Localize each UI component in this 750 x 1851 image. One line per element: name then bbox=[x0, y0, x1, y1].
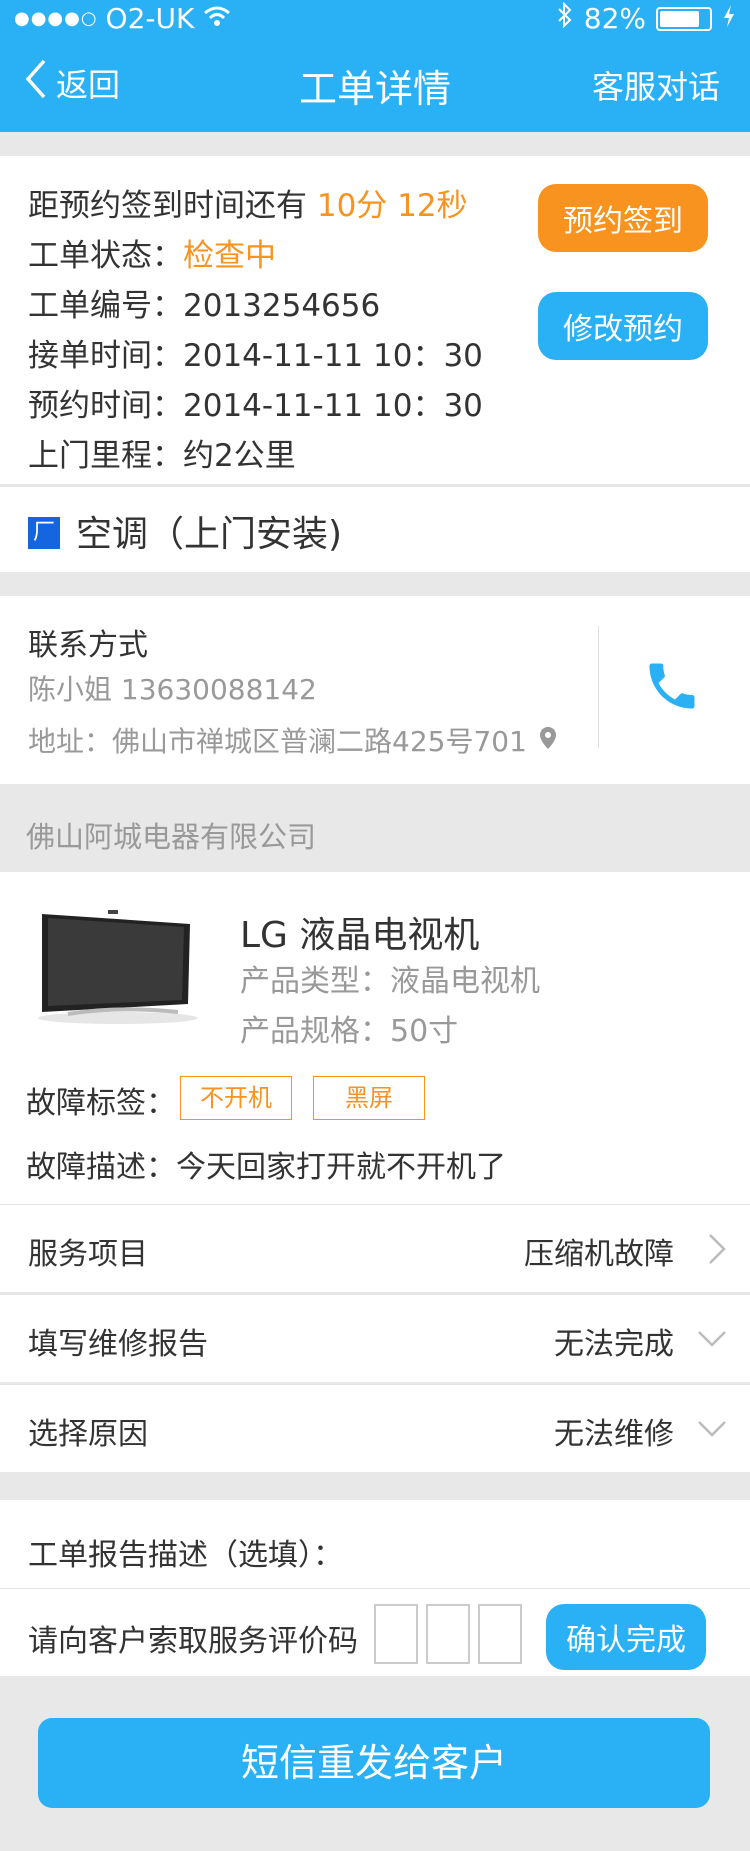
product-card: LG 液晶电视机 产品类型：液晶电视机 产品规格：50寸 故障标签： 不开机 黑… bbox=[0, 872, 750, 1204]
product-name: LG 液晶电视机 bbox=[240, 915, 480, 956]
fault-description: 故障描述：今天回家打开就不开机了 bbox=[26, 1150, 506, 1185]
accept-time: 接单时间：2014-11-11 10：30 bbox=[28, 338, 483, 374]
carrier-name: O2-UK bbox=[105, 2, 195, 35]
order-info-card: 距预约签到时间还有 10分 12秒 工单状态：检查中 工单编号：20132546… bbox=[0, 156, 750, 484]
divider bbox=[598, 626, 599, 748]
row-label: 服务项目 bbox=[28, 1237, 148, 1272]
phone-call-button[interactable] bbox=[642, 656, 702, 720]
product-image bbox=[28, 902, 204, 1026]
chevron-right-icon bbox=[706, 1231, 728, 1271]
address-text: 地址：佛山市禅城区普澜二路425号701 bbox=[28, 725, 527, 758]
charging-icon bbox=[722, 2, 736, 35]
status-bar: ●●●●○ O2-UK 82% bbox=[0, 0, 750, 40]
resend-sms-button[interactable]: 短信重发给客户 bbox=[38, 1718, 710, 1808]
row-value: 压缩机故障 bbox=[524, 1237, 674, 1272]
chevron-down-icon bbox=[696, 1329, 728, 1353]
visit-distance: 上门里程：约2公里 bbox=[28, 438, 296, 474]
wifi-icon bbox=[202, 2, 232, 35]
factory-icon: 厂 bbox=[28, 517, 60, 549]
category-text: 空调（上门安装) bbox=[76, 514, 343, 555]
nav-bar: 返回 工单详情 客服对话 bbox=[0, 52, 750, 122]
divider bbox=[0, 1588, 750, 1589]
repair-report-row[interactable]: 填写维修报告 无法完成 bbox=[0, 1294, 750, 1382]
battery-percent: 82% bbox=[583, 2, 646, 35]
fault-tag[interactable]: 不开机 bbox=[180, 1076, 292, 1120]
select-reason-row[interactable]: 选择原因 无法维修 bbox=[0, 1384, 750, 1472]
customer-service-chat-button[interactable]: 客服对话 bbox=[592, 62, 720, 108]
modify-appointment-button[interactable]: 修改预约 bbox=[538, 292, 708, 360]
product-spec: 产品规格：50寸 bbox=[240, 1014, 459, 1049]
product-type: 产品类型：液晶电视机 bbox=[240, 964, 540, 999]
top-bar: ●●●●○ O2-UK 82% 返回 工单详情 客服对话 bbox=[0, 0, 750, 132]
contact-name-phone: 陈小姐 13630088142 bbox=[28, 673, 317, 706]
status-label: 工单状态： bbox=[28, 238, 183, 274]
row-label: 填写维修报告 bbox=[28, 1327, 208, 1362]
report-description-field[interactable]: 工单报告描述（选填）： bbox=[28, 1530, 343, 1574]
chevron-down-icon bbox=[696, 1419, 728, 1443]
code-digit-input[interactable] bbox=[478, 1604, 522, 1664]
appointment-time: 预约时间：2014-11-11 10：30 bbox=[28, 388, 483, 424]
service-category: 厂 空调（上门安装) bbox=[0, 486, 750, 572]
status-line: 工单状态：检查中 bbox=[28, 230, 276, 275]
signal-strength: ●●●●○ bbox=[14, 8, 98, 29]
code-digit-input[interactable] bbox=[426, 1604, 470, 1664]
report-card: 工单报告描述（选填）： 请向客户索取服务评价码 确认完成 bbox=[0, 1500, 750, 1676]
confirm-complete-button[interactable]: 确认完成 bbox=[546, 1604, 706, 1670]
company-name: 佛山阿城电器有限公司 bbox=[26, 820, 317, 854]
row-label: 选择原因 bbox=[28, 1417, 148, 1452]
location-pin-icon bbox=[539, 724, 557, 757]
service-item-row[interactable]: 服务项目 压缩机故障 bbox=[0, 1204, 750, 1292]
checkin-button[interactable]: 预约签到 bbox=[538, 184, 708, 252]
address-line[interactable]: 地址：佛山市禅城区普澜二路425号701 bbox=[28, 720, 557, 760]
row-value: 无法维修 bbox=[554, 1417, 674, 1452]
contact-card: 联系方式 陈小姐 13630088142 地址：佛山市禅城区普澜二路425号70… bbox=[0, 596, 750, 784]
evaluation-code-label: 请向客户索取服务评价码 bbox=[28, 1624, 358, 1659]
fault-tag[interactable]: 黑屏 bbox=[313, 1076, 425, 1120]
row-value: 无法完成 bbox=[554, 1327, 674, 1362]
countdown-line: 距预约签到时间还有 10分 12秒 bbox=[28, 180, 468, 225]
status-value: 检查中 bbox=[183, 238, 276, 274]
battery-icon bbox=[656, 6, 712, 31]
phone-icon bbox=[642, 663, 702, 720]
countdown-value: 10分 12秒 bbox=[316, 188, 468, 224]
contact-title: 联系方式 bbox=[28, 628, 148, 663]
code-digit-input[interactable] bbox=[374, 1604, 418, 1664]
countdown-label: 距预约签到时间还有 bbox=[28, 188, 307, 224]
order-number: 工单编号：2013254656 bbox=[28, 288, 381, 324]
bluetooth-icon bbox=[556, 1, 574, 35]
fault-tags-label: 故障标签： bbox=[26, 1086, 176, 1121]
